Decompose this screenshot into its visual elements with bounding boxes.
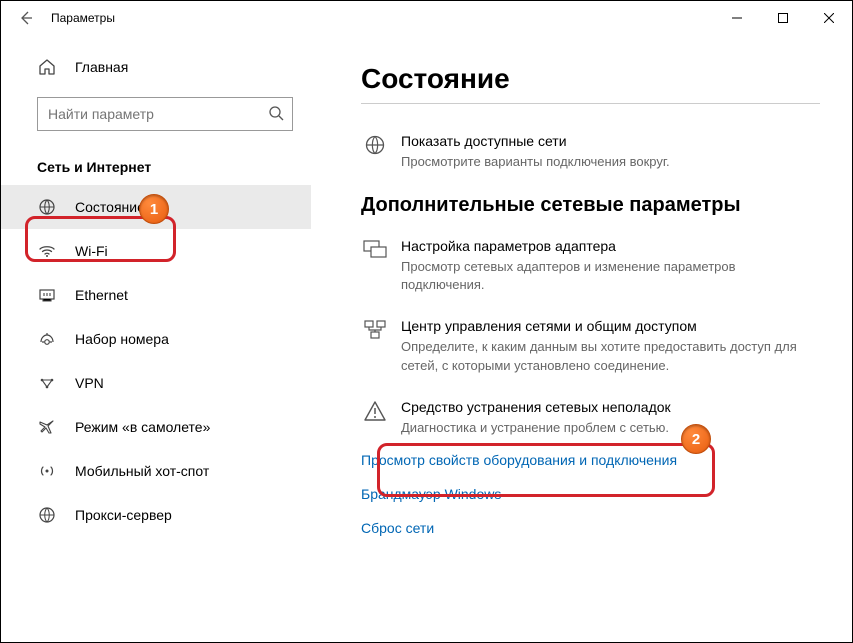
back-button[interactable] [11, 3, 41, 33]
nav-ethernet[interactable]: Ethernet [1, 273, 311, 317]
home-link[interactable]: Главная [1, 47, 311, 87]
adapter-icon [361, 237, 389, 296]
nav-hotspot[interactable]: Мобильный хот-спот [1, 449, 311, 493]
nav-dialup[interactable]: Набор номера [1, 317, 311, 361]
link-network-reset[interactable]: Сброс сети [361, 520, 820, 536]
nav-airplane[interactable]: Режим «в самолете» [1, 405, 311, 449]
proxy-icon [37, 506, 57, 524]
row-title: Средство устранения сетевых неполадок [401, 398, 800, 417]
page-title: Состояние [361, 63, 820, 95]
app-title: Параметры [51, 11, 115, 25]
ethernet-icon [37, 286, 57, 304]
nav-label: Wi-Fi [75, 243, 108, 259]
airplane-icon [37, 418, 57, 436]
maximize-button[interactable] [760, 2, 806, 34]
sharing-icon [361, 317, 389, 376]
minimize-button[interactable] [714, 2, 760, 34]
globe-icon [37, 198, 57, 216]
row-available-networks[interactable]: Показать доступные сети Просмотрите вари… [361, 132, 820, 172]
nav-label: Мобильный хот-спот [75, 463, 209, 479]
additional-params-heading: Дополнительные сетевые параметры [361, 194, 820, 217]
row-subtitle: Диагностика и устранение проблем с сетью… [401, 419, 800, 438]
row-subtitle: Определите, к каким данным вы хотите пре… [401, 338, 800, 376]
hotspot-icon [37, 462, 57, 480]
nav-wifi[interactable]: Wi-Fi [1, 229, 311, 273]
row-subtitle: Просмотр сетевых адаптеров и изменение п… [401, 258, 800, 296]
main-panel: Состояние Показать доступные сети Просмо… [311, 35, 852, 640]
row-sharing-center[interactable]: Центр управления сетями и общим доступом… [361, 317, 820, 376]
row-network-troubleshooter[interactable]: Средство устранения сетевых неполадок Ди… [361, 398, 820, 438]
nav-proxy[interactable]: Прокси-сервер [1, 493, 311, 537]
sidebar: Главная Сеть и Интернет Состояние Wi-Fi [1, 35, 311, 640]
nav-vpn[interactable]: VPN [1, 361, 311, 405]
row-adapter-settings[interactable]: Настройка параметров адаптера Просмотр с… [361, 237, 820, 296]
divider [361, 103, 820, 104]
row-title: Настройка параметров адаптера [401, 237, 800, 256]
link-firewall[interactable]: Брандмауэр Windows [361, 486, 820, 502]
titlebar: Параметры [1, 1, 852, 35]
nav-label: Ethernet [75, 287, 128, 303]
home-icon [37, 58, 57, 76]
sidebar-group-title: Сеть и Интернет [37, 159, 293, 175]
row-title: Показать доступные сети [401, 132, 800, 151]
close-button[interactable] [806, 2, 852, 34]
search-input[interactable] [48, 106, 268, 122]
nav-label: Набор номера [75, 331, 169, 347]
row-subtitle: Просмотрите варианты подключения вокруг. [401, 153, 800, 172]
dialup-icon [37, 330, 57, 348]
warning-icon [361, 398, 389, 438]
row-title: Центр управления сетями и общим доступом [401, 317, 800, 336]
nav-status[interactable]: Состояние [1, 185, 311, 229]
nav-label: Режим «в самолете» [75, 419, 210, 435]
link-hardware-props[interactable]: Просмотр свойств оборудования и подключе… [361, 452, 820, 468]
globe-icon [361, 132, 389, 172]
wifi-icon [37, 242, 57, 260]
search-icon [268, 105, 284, 124]
search-box[interactable] [37, 97, 293, 131]
home-label: Главная [75, 59, 128, 75]
nav-label: Состояние [75, 199, 145, 215]
vpn-icon [37, 374, 57, 392]
nav-label: Прокси-сервер [75, 507, 172, 523]
nav-label: VPN [75, 375, 104, 391]
